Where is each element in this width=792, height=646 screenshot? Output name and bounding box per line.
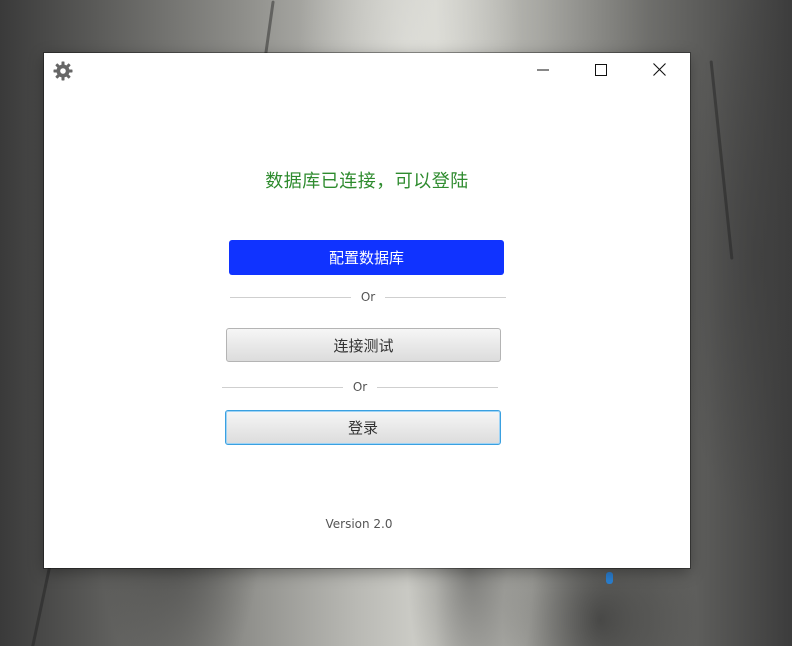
login-button[interactable]: 登录	[225, 410, 501, 445]
or-label: Or	[360, 290, 376, 304]
divider	[377, 386, 499, 388]
connection-status-text: 数据库已连接，可以登陆	[265, 171, 469, 192]
or-separator: Or	[222, 379, 499, 395]
close-icon	[652, 61, 666, 80]
gear-icon[interactable]	[53, 61, 73, 81]
app-window: 数据库已连接，可以登陆 配置数据库 Or 连接测试 Or 登录 Version …	[44, 53, 690, 568]
climber-figure	[606, 572, 613, 584]
version-label: Version 2.0	[325, 517, 393, 531]
login-label: 登录	[347, 419, 378, 437]
minimize-icon	[537, 61, 549, 80]
maximize-button[interactable]	[572, 53, 630, 87]
or-label: Or	[352, 380, 368, 394]
maximize-icon	[595, 61, 607, 80]
configure-database-button[interactable]: 配置数据库	[229, 240, 504, 275]
connection-test-label: 连接测试	[333, 336, 394, 355]
minimize-button[interactable]	[514, 53, 572, 87]
or-separator: Or	[230, 289, 507, 305]
connection-test-button[interactable]: 连接测试	[226, 328, 501, 362]
divider	[385, 296, 507, 298]
close-button[interactable]	[630, 53, 688, 87]
configure-database-label: 配置数据库	[328, 249, 404, 267]
rock-texture	[709, 60, 734, 260]
divider	[230, 296, 351, 298]
rock-texture	[30, 560, 53, 646]
divider	[222, 386, 343, 388]
